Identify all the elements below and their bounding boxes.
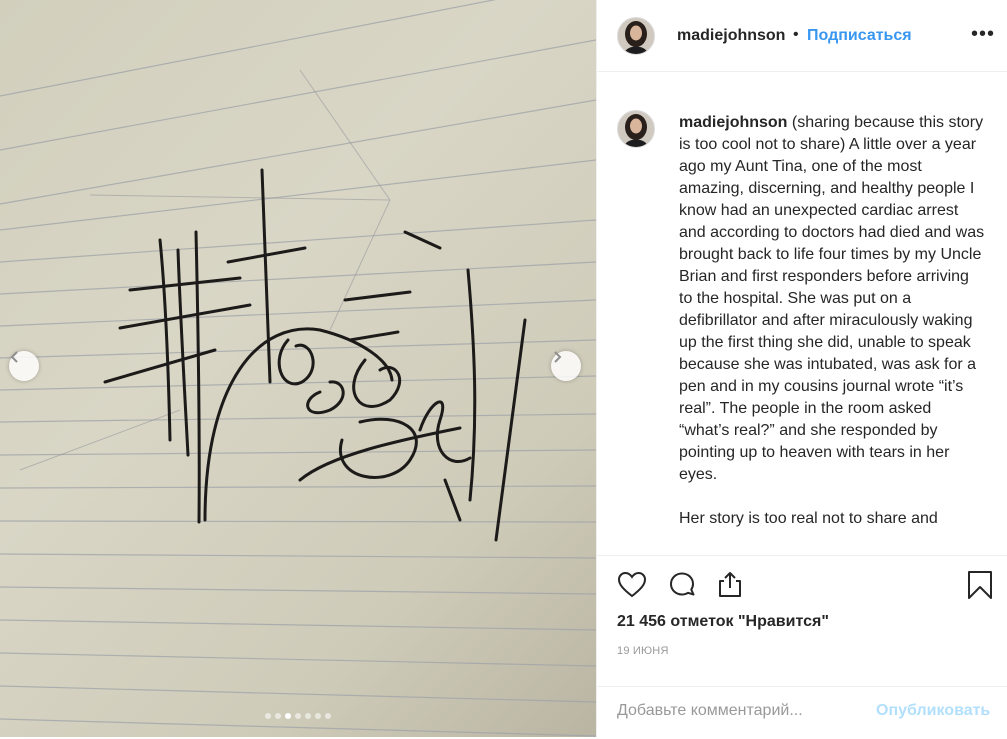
likes-count[interactable]: 21 456 отметок "Нравится" (617, 613, 829, 631)
slide-dot (285, 713, 291, 719)
avatar[interactable] (617, 17, 655, 55)
caption-text: (sharing because this story is too cool … (679, 114, 985, 483)
comment-input[interactable] (617, 702, 857, 720)
next-slide-button[interactable] (551, 351, 581, 381)
slide-dot (295, 713, 301, 719)
post-media[interactable] (0, 0, 596, 737)
caption-username-link[interactable]: madiejohnson (679, 114, 787, 131)
share-icon (719, 572, 741, 597)
profile-photo (618, 111, 654, 147)
share-button[interactable] (714, 569, 746, 606)
more-options-button[interactable]: ••• (971, 23, 995, 46)
post-header: madiejohnson • Подписаться ••• (597, 0, 1007, 72)
slide-dot (275, 713, 281, 719)
like-button[interactable] (616, 569, 648, 606)
post-sidebar: madiejohnson • Подписаться ••• madiejohn… (596, 0, 1007, 737)
separator-dot: • (793, 26, 799, 43)
post-actions: 21 456 отметок "Нравится" 19 ИЮНЯ Опубли… (597, 555, 1007, 738)
slide-dot (315, 713, 321, 719)
header-username-link[interactable]: madiejohnson (677, 27, 785, 45)
post-caption: madiejohnson (sharing because this story… (679, 112, 985, 552)
comment-icon (670, 572, 695, 596)
caption-text-continued: Her story is too real not to share and (679, 510, 938, 527)
bookmark-icon (968, 571, 992, 599)
comments-area[interactable]: madiejohnson (sharing because this story… (597, 72, 1007, 555)
publish-button[interactable]: Опубликовать (876, 702, 990, 720)
slide-dot (325, 713, 331, 719)
notebook-photo (0, 0, 596, 737)
comment-button[interactable] (666, 569, 698, 606)
post-date[interactable]: 19 ИЮНЯ (617, 645, 669, 657)
slide-dot (265, 713, 271, 719)
heart-icon (617, 571, 647, 598)
slide-dot (305, 713, 311, 719)
previous-slide-button[interactable] (9, 351, 39, 381)
save-button[interactable] (966, 569, 994, 606)
chevron-right-icon (554, 351, 562, 363)
comment-form: Опубликовать (597, 686, 1007, 739)
slide-indicator (0, 713, 596, 719)
chevron-left-icon (10, 351, 18, 363)
profile-photo (618, 18, 654, 54)
caption-avatar[interactable] (617, 110, 655, 148)
follow-button[interactable]: Подписаться (807, 27, 912, 45)
